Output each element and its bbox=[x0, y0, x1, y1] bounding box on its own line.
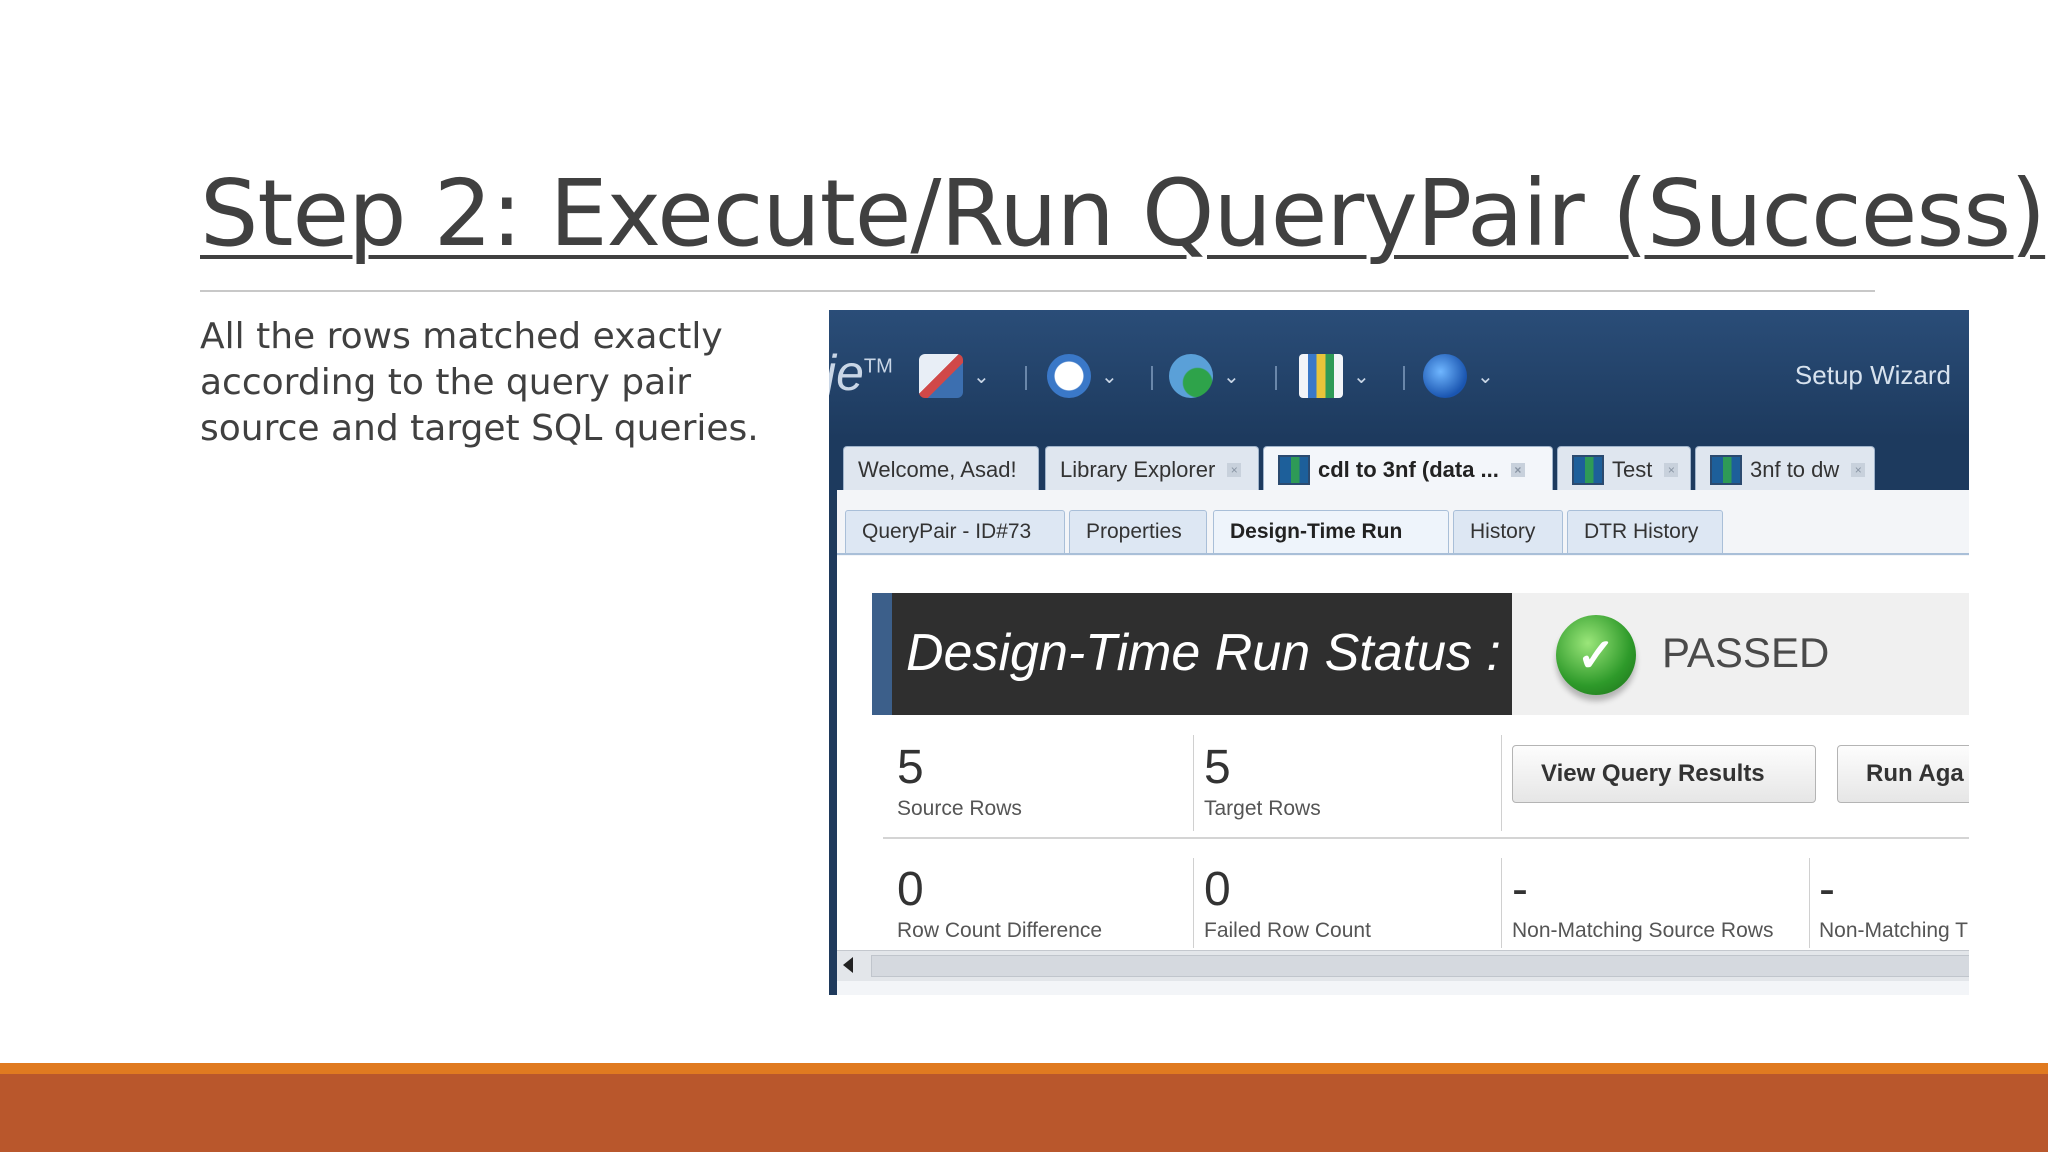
app-screenshot: jeTM ⌄ ⌄ ⌄ ⌄ ⌄ Setup Wizard Welcome, Asa bbox=[829, 310, 1969, 995]
metric-label: Failed Row Count bbox=[1204, 919, 1371, 942]
metric-source-rows: 5 Source Rows bbox=[897, 740, 1022, 821]
metric-value: 5 bbox=[1204, 741, 1231, 794]
querypair-icon bbox=[1572, 454, 1604, 485]
clock-icon bbox=[1047, 354, 1091, 398]
view-query-results-button[interactable]: View Query Results bbox=[1512, 745, 1816, 803]
scrollbar-track[interactable] bbox=[871, 955, 1969, 977]
run-button[interactable]: ⌄ bbox=[1169, 352, 1240, 400]
run-again-button[interactable]: Run Aga bbox=[1837, 745, 1969, 803]
tools-icon bbox=[1423, 354, 1467, 398]
app-logo: jeTM bbox=[829, 345, 893, 401]
status-banner: Design-Time Run Status : bbox=[872, 593, 1512, 715]
status-result: ✓ PASSED bbox=[1512, 593, 1969, 715]
run-gear-icon bbox=[1169, 354, 1213, 398]
slide-title: Step 2: Execute/Run QueryPair (Success) bbox=[200, 160, 2046, 267]
tab-3nf-to-dw[interactable]: 3nf to dw × bbox=[1695, 446, 1875, 492]
metric-row-count-difference: 0 Row Count Difference bbox=[897, 862, 1102, 943]
tab-test[interactable]: Test × bbox=[1557, 446, 1691, 492]
metric-non-matching-target-rows: - Non-Matching T bbox=[1819, 862, 1968, 943]
metric-value: - bbox=[1512, 863, 1528, 916]
toolbar-separator bbox=[1403, 366, 1405, 390]
tab-cdl-to-3nf[interactable]: cdl to 3nf (data ... × bbox=[1263, 446, 1553, 492]
design-icon bbox=[919, 354, 963, 398]
subtab-history[interactable]: History bbox=[1453, 510, 1563, 554]
subtab-divider bbox=[837, 553, 1969, 555]
tab-label: 3nf to dw bbox=[1750, 456, 1840, 482]
close-icon[interactable]: × bbox=[1510, 462, 1525, 477]
footer-accent-stripe bbox=[0, 1063, 2048, 1074]
tab-welcome[interactable]: Welcome, Asad! bbox=[843, 446, 1039, 492]
checkmark-icon: ✓ bbox=[1556, 615, 1636, 695]
status-heading: Design-Time Run Status : bbox=[906, 624, 1501, 682]
chevron-down-icon: ⌄ bbox=[1101, 365, 1118, 388]
horizontal-scrollbar[interactable] bbox=[837, 950, 1969, 981]
status-passed-label: PASSED bbox=[1662, 629, 1830, 676]
toolbar-separator bbox=[1151, 366, 1153, 390]
toolbar-separator bbox=[1025, 366, 1027, 390]
tab-label: cdl to 3nf (data ... bbox=[1318, 456, 1499, 482]
chevron-down-icon: ⌄ bbox=[973, 365, 990, 388]
footer-band bbox=[0, 1074, 2048, 1152]
close-icon[interactable]: × bbox=[1664, 462, 1679, 477]
metric-value: 0 bbox=[897, 863, 924, 916]
tab-label: Library Explorer bbox=[1060, 456, 1216, 482]
slide-body-text: All the rows matched exactly according t… bbox=[200, 316, 759, 449]
subtab-design-time-run[interactable]: Design-Time Run bbox=[1213, 510, 1449, 554]
scroll-left-arrow-icon[interactable] bbox=[843, 957, 853, 973]
title-divider bbox=[200, 290, 1875, 292]
metric-value: 0 bbox=[1204, 863, 1231, 916]
metric-label: Non-Matching T bbox=[1819, 919, 1969, 942]
metric-separator bbox=[1501, 858, 1502, 948]
querypair-icon bbox=[1710, 454, 1742, 485]
tab-label: Welcome, Asad! bbox=[858, 456, 1017, 482]
metric-separator bbox=[1809, 858, 1810, 948]
schedule-button[interactable]: ⌄ bbox=[1047, 352, 1118, 400]
querypair-icon bbox=[1278, 454, 1310, 485]
metric-label: Target Rows bbox=[1204, 797, 1321, 820]
tools-button[interactable]: ⌄ bbox=[1423, 352, 1494, 400]
metric-label: Source Rows bbox=[897, 797, 1022, 820]
metric-failed-row-count: 0 Failed Row Count bbox=[1204, 862, 1371, 943]
subtab-properties[interactable]: Properties bbox=[1069, 510, 1207, 554]
app-toolbar: jeTM ⌄ ⌄ ⌄ ⌄ ⌄ Setup Wizard bbox=[829, 310, 1969, 438]
design-button[interactable]: ⌄ bbox=[919, 352, 990, 400]
subtab-querypair[interactable]: QueryPair - ID#73 bbox=[845, 510, 1065, 554]
metric-value: 5 bbox=[897, 741, 924, 794]
metric-label: Non-Matching Source Rows bbox=[1512, 919, 1774, 942]
metric-separator bbox=[1501, 735, 1502, 831]
metrics-divider bbox=[883, 837, 1969, 839]
chevron-down-icon: ⌄ bbox=[1223, 365, 1240, 388]
metric-separator bbox=[1193, 858, 1194, 948]
close-icon[interactable]: × bbox=[1851, 462, 1866, 477]
metric-target-rows: 5 Target Rows bbox=[1204, 740, 1321, 821]
setup-wizard-link[interactable]: Setup Wizard bbox=[1795, 360, 1951, 391]
reports-button[interactable]: ⌄ bbox=[1299, 352, 1370, 400]
metric-separator bbox=[1193, 735, 1194, 831]
tab-library-explorer[interactable]: Library Explorer × bbox=[1045, 446, 1259, 492]
close-icon[interactable]: × bbox=[1227, 462, 1242, 477]
report-icon bbox=[1299, 354, 1343, 398]
metric-value: - bbox=[1819, 863, 1835, 916]
metric-non-matching-source-rows: - Non-Matching Source Rows bbox=[1512, 862, 1773, 943]
toolbar-separator bbox=[1275, 366, 1277, 390]
tab-label: Test bbox=[1612, 456, 1653, 482]
metric-label: Row Count Difference bbox=[897, 919, 1103, 942]
chevron-down-icon: ⌄ bbox=[1477, 365, 1494, 388]
subtab-dtr-history[interactable]: DTR History bbox=[1567, 510, 1723, 554]
chevron-down-icon: ⌄ bbox=[1353, 365, 1370, 388]
